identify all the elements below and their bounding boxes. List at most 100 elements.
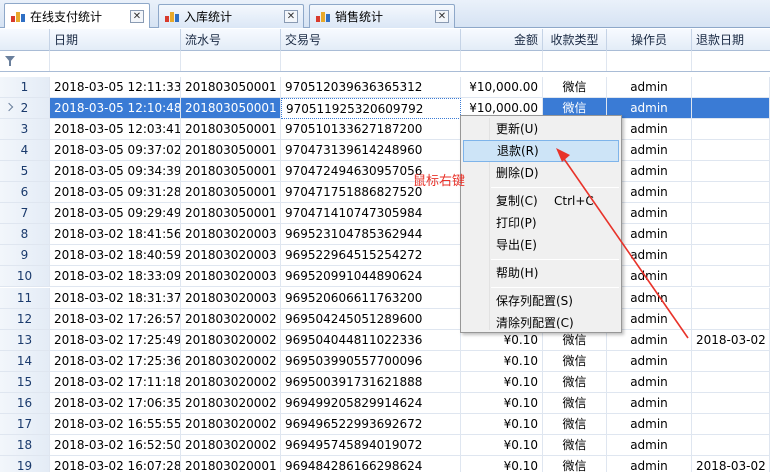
cell-amount[interactable]: ¥0.10 bbox=[461, 392, 543, 414]
cell-serial[interactable]: 201803020003 bbox=[181, 245, 281, 267]
cell-refund-date[interactable] bbox=[692, 434, 770, 456]
cell-date[interactable]: 2018-03-02 17:06:35 bbox=[50, 392, 181, 414]
header-refund-date[interactable]: 退款日期 bbox=[692, 29, 770, 51]
cell-refund-date[interactable] bbox=[692, 119, 770, 141]
table-row[interactable]: 6 2018-03-05 09:31:28 201803050001 97047175… bbox=[0, 182, 770, 204]
table-row[interactable]: 18 2018-03-02 16:52:50 201803020002 9694957… bbox=[0, 434, 770, 456]
cell-payment-type[interactable]: 微信 bbox=[543, 371, 607, 393]
cell-serial[interactable]: 201803020003 bbox=[181, 224, 281, 246]
cell-date[interactable]: 2018-03-02 16:07:28 bbox=[50, 455, 181, 472]
cell-serial[interactable]: 201803020002 bbox=[181, 392, 281, 414]
cell-serial[interactable]: 201803050001 bbox=[181, 161, 281, 183]
filter-cell[interactable] bbox=[607, 51, 692, 71]
tab-sales-stats[interactable]: 销售统计 ✕ bbox=[309, 4, 455, 28]
row-number[interactable]: 5 bbox=[0, 161, 50, 183]
cell-serial[interactable]: 201803050001 bbox=[181, 119, 281, 141]
header-row-indicator[interactable] bbox=[0, 29, 50, 51]
cell-serial[interactable]: 201803020002 bbox=[181, 350, 281, 372]
row-number[interactable]: 14 bbox=[0, 350, 50, 372]
cell-amount[interactable]: ¥0.10 bbox=[461, 371, 543, 393]
cell-refund-date[interactable] bbox=[692, 371, 770, 393]
table-row[interactable]: 16 2018-03-02 17:06:35 201803020002 9694992… bbox=[0, 392, 770, 414]
cell-operator[interactable]: admin bbox=[607, 413, 692, 435]
header-amount[interactable]: 金额 bbox=[461, 29, 543, 51]
close-icon[interactable]: ✕ bbox=[130, 9, 144, 23]
cell-date[interactable]: 2018-03-02 17:25:49 bbox=[50, 329, 181, 351]
menu-item[interactable]: 退款(R) bbox=[463, 140, 619, 162]
cell-operator[interactable]: admin bbox=[607, 371, 692, 393]
cell-transaction-no[interactable]: 970511925320609792 bbox=[281, 98, 461, 120]
cell-transaction-no[interactable]: 970473139614248960 bbox=[281, 140, 461, 162]
cell-refund-date[interactable] bbox=[692, 98, 770, 120]
cell-amount[interactable]: ¥0.10 bbox=[461, 350, 543, 372]
row-number[interactable]: 9 bbox=[0, 245, 50, 267]
cell-date[interactable]: 2018-03-02 18:41:56 bbox=[50, 224, 181, 246]
row-number[interactable]: 18 bbox=[0, 434, 50, 456]
filter-cell[interactable] bbox=[692, 51, 770, 71]
row-number[interactable]: 11 bbox=[0, 287, 50, 309]
table-row[interactable]: 4 2018-03-05 09:37:02 201803050001 97047313… bbox=[0, 140, 770, 162]
cell-refund-date[interactable] bbox=[692, 161, 770, 183]
cell-date[interactable]: 2018-03-02 18:33:09 bbox=[50, 266, 181, 288]
cell-amount[interactable]: ¥10,000.00 bbox=[461, 77, 543, 98]
cell-amount[interactable]: ¥0.10 bbox=[461, 434, 543, 456]
row-number[interactable]: 7 bbox=[0, 203, 50, 225]
cell-transaction-no[interactable]: 969503990557700096 bbox=[281, 350, 461, 372]
cell-operator[interactable]: admin bbox=[607, 455, 692, 472]
cell-refund-date[interactable] bbox=[692, 350, 770, 372]
cell-serial[interactable]: 201803020002 bbox=[181, 329, 281, 351]
menu-item[interactable]: 删除(D) bbox=[463, 162, 619, 184]
cell-refund-date[interactable] bbox=[692, 308, 770, 330]
cell-serial[interactable]: 201803050001 bbox=[181, 98, 281, 120]
close-icon[interactable]: ✕ bbox=[284, 10, 298, 23]
table-row[interactable]: 10 2018-03-02 18:33:09 201803020003 9695209… bbox=[0, 266, 770, 288]
cell-date[interactable]: 2018-03-05 12:10:48 bbox=[50, 98, 181, 120]
cell-transaction-no[interactable]: 969495745894019072 bbox=[281, 434, 461, 456]
cell-refund-date[interactable] bbox=[692, 140, 770, 162]
cell-serial[interactable]: 201803020002 bbox=[181, 434, 281, 456]
cell-transaction-no[interactable]: 969504044811022336 bbox=[281, 329, 461, 351]
table-row[interactable]: 1 2018-03-05 12:11:33 201803050001 97051203… bbox=[0, 77, 770, 98]
cell-transaction-no[interactable]: 970471410747305984 bbox=[281, 203, 461, 225]
row-number[interactable]: 15 bbox=[0, 371, 50, 393]
header-operator[interactable]: 操作员 bbox=[607, 29, 692, 51]
menu-item[interactable]: 导出(E) bbox=[463, 234, 619, 256]
row-number[interactable]: 6 bbox=[0, 182, 50, 204]
cell-payment-type[interactable]: 微信 bbox=[543, 434, 607, 456]
cell-serial[interactable]: 201803020003 bbox=[181, 266, 281, 288]
filter-cell[interactable] bbox=[281, 51, 461, 71]
cell-date[interactable]: 2018-03-05 12:11:33 bbox=[50, 77, 181, 98]
cell-amount[interactable]: ¥0.10 bbox=[461, 455, 543, 472]
cell-transaction-no[interactable]: 969520991044890624 bbox=[281, 266, 461, 288]
cell-serial[interactable]: 201803050001 bbox=[181, 182, 281, 204]
cell-date[interactable]: 2018-03-02 18:40:59 bbox=[50, 245, 181, 267]
menu-item[interactable]: 保存列配置(S) bbox=[463, 290, 619, 312]
row-number[interactable]: 3 bbox=[0, 119, 50, 141]
table-row[interactable]: 12 2018-03-02 17:26:57 201803020002 9695042… bbox=[0, 308, 770, 330]
cell-refund-date[interactable]: 2018-03-02 1 bbox=[692, 455, 770, 472]
cell-date[interactable]: 2018-03-05 09:31:28 bbox=[50, 182, 181, 204]
table-row[interactable]: 11 2018-03-02 18:31:37 201803020003 9695206… bbox=[0, 287, 770, 309]
cell-refund-date[interactable] bbox=[692, 245, 770, 267]
cell-serial[interactable]: 201803020002 bbox=[181, 413, 281, 435]
cell-refund-date[interactable] bbox=[692, 224, 770, 246]
table-row[interactable]: 2 2018-03-05 12:10:48 201803050001 97051192… bbox=[0, 98, 770, 120]
cell-transaction-no[interactable]: 969496522993692672 bbox=[281, 413, 461, 435]
table-row[interactable]: 9 2018-03-02 18:40:59 201803020003 96952296… bbox=[0, 245, 770, 267]
table-row[interactable]: 17 2018-03-02 16:55:55 201803020002 9694965… bbox=[0, 413, 770, 435]
menu-item[interactable]: 复制(C) Ctrl+C bbox=[463, 190, 619, 212]
cell-operator[interactable]: admin bbox=[607, 392, 692, 414]
row-number[interactable]: 17 bbox=[0, 413, 50, 435]
cell-serial[interactable]: 201803020003 bbox=[181, 287, 281, 309]
filter-cell[interactable] bbox=[50, 51, 181, 71]
cell-date[interactable]: 2018-03-05 09:29:49 bbox=[50, 203, 181, 225]
row-number[interactable]: 4 bbox=[0, 140, 50, 162]
cell-refund-date[interactable] bbox=[692, 203, 770, 225]
menu-item[interactable]: 帮助(H) bbox=[463, 262, 619, 284]
cell-date[interactable]: 2018-03-02 16:55:55 bbox=[50, 413, 181, 435]
table-row[interactable]: 15 2018-03-02 17:11:18 201803020002 9695003… bbox=[0, 371, 770, 393]
filter-cell[interactable] bbox=[181, 51, 281, 71]
filter-cell[interactable] bbox=[543, 51, 607, 71]
header-date[interactable]: 日期 bbox=[50, 29, 181, 51]
cell-serial[interactable]: 201803050001 bbox=[181, 203, 281, 225]
